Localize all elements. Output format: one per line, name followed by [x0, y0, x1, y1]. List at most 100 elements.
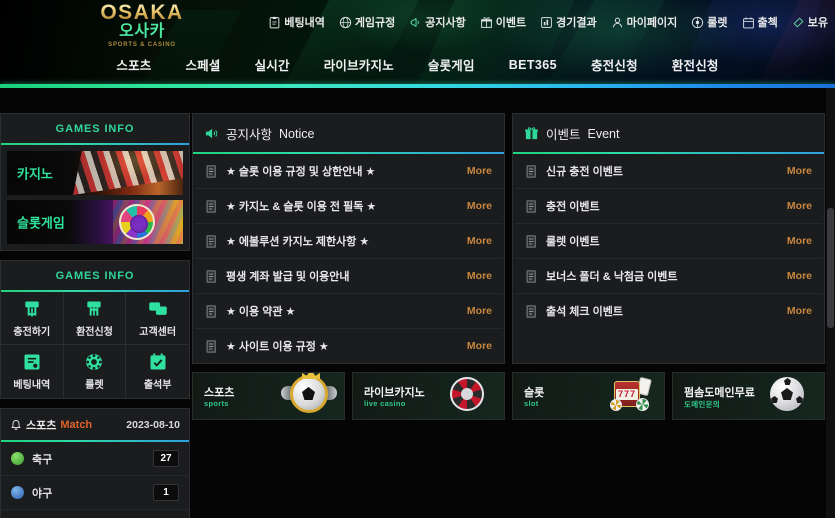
quick-item-attendance[interactable]: 출석부	[126, 345, 189, 398]
winged-ball-icon	[281, 373, 337, 415]
match-row-baseball[interactable]: 야구 1	[1, 476, 189, 510]
notice-more-link[interactable]: More	[459, 165, 492, 177]
match-row-basketball[interactable]: 농구 1	[1, 510, 189, 518]
event-text: 룰렛 이벤트	[546, 236, 600, 248]
quick-item-label: 베팅내역	[13, 380, 51, 391]
banner-list: 카지노 슬롯게임	[1, 145, 189, 250]
notice-text: ★ 사이트 이용 규정 ★	[226, 341, 329, 353]
event-text: 충전 이벤트	[546, 201, 600, 213]
quick-item-support[interactable]: 고객센터	[126, 292, 189, 345]
chip-art	[636, 398, 649, 411]
topnav-label: 공지사항	[425, 17, 466, 29]
scrollbar-thumb[interactable]	[827, 208, 834, 328]
event-row[interactable]: 보너스 폴더 & 낙첨금 이벤트 More	[515, 259, 822, 294]
event-row[interactable]: 충전 이벤트 More	[515, 189, 822, 224]
quick-item-deposit[interactable]: 충전하기	[1, 292, 64, 345]
calendar-icon	[742, 16, 754, 28]
logo-tagline: SPORTS & CASINO	[108, 42, 176, 48]
notice-more-link[interactable]: More	[459, 270, 492, 282]
quick-item-betting-history[interactable]: 베팅내역	[1, 345, 64, 398]
tile-slot[interactable]: 슬롯 slot 777	[512, 372, 665, 420]
nav-item-bet365[interactable]: BET365	[492, 58, 574, 72]
notice-row[interactable]: ★ 카지노 & 슬롯 이용 전 필독 ★ More	[195, 189, 502, 224]
document-icon	[206, 234, 216, 248]
top-utility-nav: 베팅내역 게임규정 공지사항 이벤트 경기결과 마이페이지 룰렛 출첵 보유	[261, 14, 835, 30]
notice-header: 공지사항 Notice	[193, 114, 504, 152]
gold-ring-art	[290, 375, 328, 413]
page-scrollbar[interactable]	[826, 88, 835, 518]
event-row[interactable]: 출석 체크 이벤트 More	[515, 294, 822, 328]
tile-title-kr: 슬롯	[524, 387, 545, 399]
nav-item-deposit[interactable]: 충전신청	[574, 55, 655, 74]
notice-row[interactable]: ★ 슬롯 이용 규정 및 상한안내 ★ More	[195, 154, 502, 189]
event-row[interactable]: 신규 충전 이벤트 More	[515, 154, 822, 189]
logo-name-kr: 오사카	[119, 23, 165, 40]
notice-more-link[interactable]: More	[459, 305, 492, 317]
sevens-art: 777	[616, 389, 638, 400]
topnav-item-event[interactable]: 이벤트	[473, 14, 533, 30]
nav-item-slot-game[interactable]: 슬롯게임	[411, 55, 492, 74]
nav-item-special[interactable]: 스페셜	[168, 55, 237, 74]
banner-slot-game[interactable]: 슬롯게임	[7, 200, 183, 244]
notice-card: 공지사항 Notice ★ 슬롯 이용 규정 및 상한안내 ★ More ★ 카…	[192, 113, 505, 364]
topnav-item-notice[interactable]: 공지사항	[402, 14, 472, 30]
tile-title-en: 도메인문의	[684, 400, 720, 409]
quick-item-label: 고객센터	[139, 326, 177, 338]
notice-title-en: Notice	[279, 126, 315, 141]
topnav-item-attendance[interactable]: 출첵	[735, 14, 785, 30]
notice-text: 평생 계좌 발급 및 이용안내	[226, 271, 350, 283]
nav-item-withdraw[interactable]: 환전신청	[655, 55, 736, 74]
event-more-link[interactable]: More	[779, 200, 812, 212]
tile-sports[interactable]: 스포츠 sports	[192, 372, 345, 420]
target-icon	[692, 16, 704, 28]
quick-menu-title: GAMES INFO	[55, 270, 135, 282]
notice-title-kr: 공지사항	[226, 128, 273, 142]
topnav-item-balance[interactable]: 보유	[785, 14, 835, 30]
topnav-item-roulette[interactable]: 룰렛	[684, 14, 734, 30]
tile-title-en: live casino	[364, 399, 406, 408]
notice-row[interactable]: 평생 계좌 발급 및 이용안내 More	[195, 259, 502, 294]
quick-item-roulette[interactable]: 룰렛	[64, 345, 127, 398]
notice-row[interactable]: ★ 에볼루션 카지노 제한사항 ★ More	[195, 224, 502, 259]
notice-more-link[interactable]: More	[459, 200, 492, 212]
event-row[interactable]: 룰렛 이벤트 More	[515, 224, 822, 259]
topnav-item-results[interactable]: 경기결과	[533, 14, 603, 30]
event-card: 이벤트 Event 신규 충전 이벤트 More 충전 이벤트 More 룰렛 …	[512, 113, 825, 364]
topnav-label: 경기결과	[556, 17, 597, 29]
nav-item-sports[interactable]: 스포츠	[99, 55, 168, 74]
notice-row[interactable]: ★ 사이트 이용 규정 ★ More	[195, 329, 502, 363]
coin-icon	[793, 17, 804, 27]
event-more-link[interactable]: More	[779, 270, 812, 282]
event-more-link[interactable]: More	[779, 165, 812, 177]
match-row-soccer[interactable]: 축구 27	[1, 442, 189, 476]
banner-casino[interactable]: 카지노	[7, 151, 183, 195]
withdraw-icon	[87, 301, 102, 316]
notice-row[interactable]: ★ 이용 약관 ★ More	[195, 294, 502, 329]
tile-domain-info[interactable]: 펌솜도메인무료 도메인문의	[672, 372, 825, 420]
sports-match-title-en: Match	[60, 419, 93, 431]
topnav-item-game-rules[interactable]: 게임규정	[332, 14, 402, 30]
document-icon	[526, 199, 536, 213]
topnav-item-betting-history[interactable]: 베팅내역	[261, 14, 331, 30]
quick-item-withdraw[interactable]: 환전신청	[63, 292, 127, 345]
match-sport-name: 야구	[32, 487, 53, 500]
event-text: 신규 충전 이벤트	[546, 166, 623, 178]
event-title-en: Event	[587, 126, 620, 141]
topnav-item-mypage[interactable]: 마이페이지	[604, 14, 685, 30]
games-info-banner-panel: GAMES INFO 카지노 슬롯게임	[0, 113, 190, 251]
topnav-label: 마이페이지	[626, 17, 678, 29]
event-more-link[interactable]: More	[779, 305, 812, 317]
soccer-art	[770, 377, 804, 411]
sports-match-panel: 스포츠 Match 2023-08-10 축구 27 야구 1 농	[0, 408, 190, 518]
notice-more-link[interactable]: More	[459, 340, 492, 352]
site-logo[interactable]: OSAKA 오사카 SPORTS & CASINO	[82, 2, 202, 48]
roulette-wheel-icon	[450, 377, 488, 415]
soccer-ball-icon	[770, 377, 808, 415]
notice-more-link[interactable]: More	[459, 235, 492, 247]
sport-dot-icon	[11, 452, 24, 465]
tile-live-casino[interactable]: 라이브카지노 live casino	[352, 372, 505, 420]
roulette-art	[73, 151, 183, 195]
nav-item-live-casino[interactable]: 라이브카지노	[307, 55, 411, 74]
nav-item-live[interactable]: 실시간	[238, 55, 307, 74]
event-more-link[interactable]: More	[779, 235, 812, 247]
